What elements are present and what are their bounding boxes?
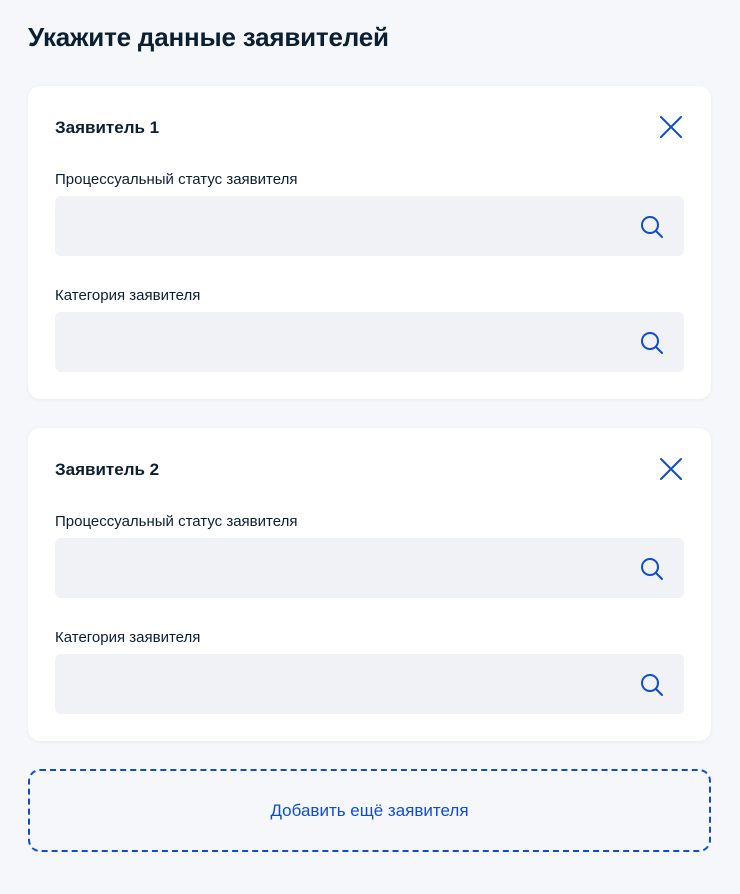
- add-applicant-label: Добавить ещё заявителя: [270, 800, 469, 820]
- close-icon: [660, 458, 682, 480]
- remove-applicant-button[interactable]: [658, 114, 684, 140]
- category-field: [55, 312, 684, 372]
- status-field: [55, 538, 684, 598]
- category-field: [55, 654, 684, 714]
- add-applicant-button[interactable]: Добавить ещё заявителя: [28, 769, 711, 852]
- applicant-title: Заявитель 1: [55, 118, 160, 137]
- category-input[interactable]: [55, 312, 684, 372]
- applicant-title: Заявитель 2: [55, 460, 160, 479]
- applicant-card-2: Заявитель 2 Процессуальный статус заявит…: [28, 428, 711, 741]
- status-label: Процессуальный статус заявителя: [55, 171, 298, 188]
- close-icon: [660, 116, 682, 138]
- category-input[interactable]: [55, 654, 684, 714]
- category-label: Категория заявителя: [55, 287, 201, 304]
- applicant-card-1: Заявитель 1 Процессуальный статус заявит…: [28, 86, 711, 399]
- status-field: [55, 196, 684, 256]
- category-label: Категория заявителя: [55, 629, 201, 646]
- page-title: Укажите данные заявителей: [28, 22, 389, 52]
- status-input[interactable]: [55, 538, 684, 598]
- remove-applicant-button[interactable]: [658, 456, 684, 482]
- status-label: Процессуальный статус заявителя: [55, 513, 298, 530]
- status-input[interactable]: [55, 196, 684, 256]
